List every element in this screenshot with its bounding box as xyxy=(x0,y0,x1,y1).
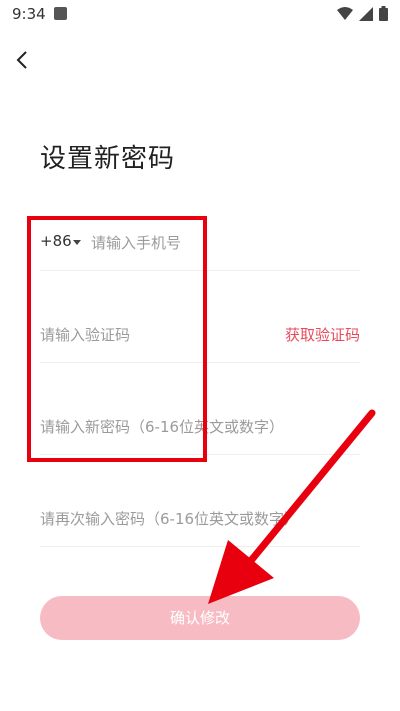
signal-icon xyxy=(359,6,373,21)
battery-icon xyxy=(379,6,388,21)
confirm-password-field-row: 请再次输入密码（6-16位英文或数字） xyxy=(40,492,360,547)
wifi-icon xyxy=(337,6,353,20)
chevron-left-icon xyxy=(16,51,27,69)
confirm-button[interactable]: 确认修改 xyxy=(40,596,360,640)
page-title: 设置新密码 xyxy=(40,144,176,174)
get-code-button[interactable]: 获取验证码 xyxy=(285,324,360,345)
status-time: 9:34 xyxy=(12,5,46,23)
notification-icon xyxy=(54,7,67,20)
status-bar: 9:34 xyxy=(0,0,400,28)
confirm-password-input[interactable]: 请再次输入密码（6-16位英文或数字） xyxy=(40,508,299,529)
annotation-highlight-box xyxy=(27,216,207,462)
back-button[interactable] xyxy=(10,46,38,74)
status-icons xyxy=(337,6,388,21)
